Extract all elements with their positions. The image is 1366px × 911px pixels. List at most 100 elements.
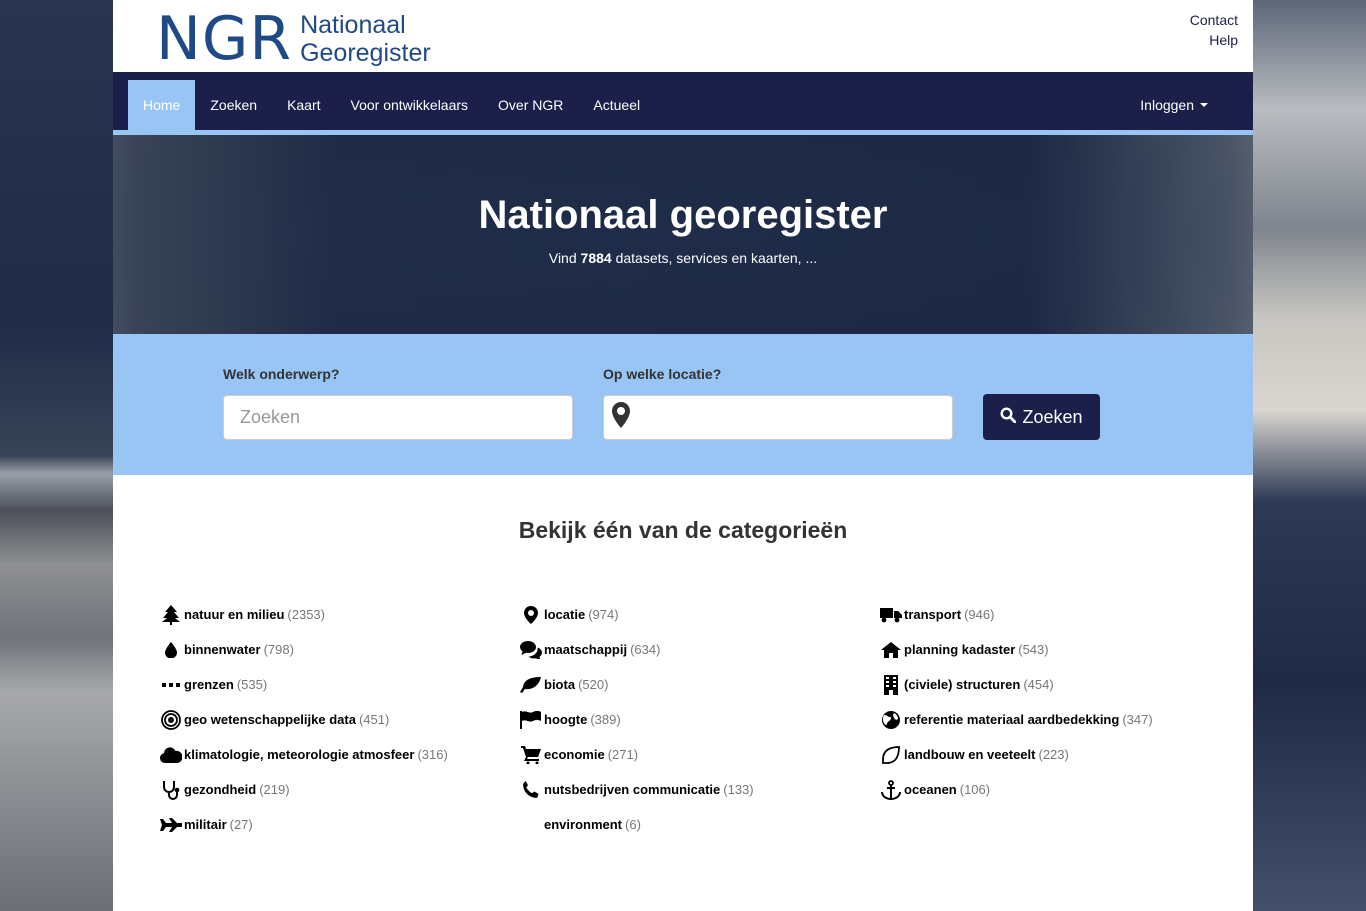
flag-icon	[519, 709, 543, 731]
category-count: (27)	[229, 817, 253, 832]
building-icon	[879, 674, 903, 696]
leaf-icon	[519, 674, 543, 696]
category-name: environment	[544, 817, 623, 832]
top-links: Contact Help	[1190, 10, 1238, 50]
category-name: binnenwater	[184, 642, 261, 657]
globe-icon	[879, 709, 903, 731]
category-name: klimatologie, meteorologie atmosfeer	[184, 747, 415, 762]
category-name: biota	[544, 677, 576, 692]
category-locatie[interactable]: locatie (974)	[519, 597, 859, 632]
help-link[interactable]: Help	[1190, 30, 1238, 50]
category-name: transport	[904, 607, 962, 622]
hero-subtitle: Vind 7884 datasets, services en kaarten,…	[113, 250, 1253, 266]
category-column-2: locatie (974) maatschappij (634) biota (…	[519, 597, 859, 842]
contact-link[interactable]: Contact	[1190, 10, 1238, 30]
category-count: (219)	[259, 782, 290, 797]
dataset-count: 7884	[580, 250, 612, 266]
category-count: (454)	[1023, 677, 1054, 692]
category-count: (133)	[723, 782, 754, 797]
search-panel: Welk onderwerp? Zoeken Op welke locatie?…	[113, 334, 1253, 475]
plane-icon	[159, 814, 183, 836]
caret-down-icon	[1200, 103, 1208, 107]
category-name: referentie materiaal aardbedekking	[904, 712, 1120, 727]
category-klimatologie[interactable]: klimatologie, meteorologie atmosfeer (31…	[159, 737, 499, 772]
category-name: planning kadaster	[904, 642, 1016, 657]
search-button-label: Zoeken	[1022, 406, 1083, 427]
drop-icon	[159, 639, 183, 661]
category-name: locatie	[544, 607, 586, 622]
phone-icon	[519, 779, 543, 801]
subtitle-suffix: datasets, services en kaarten, ...	[615, 250, 818, 266]
leaf-outline-icon	[879, 744, 903, 766]
nav-actueel[interactable]: Actueel	[578, 80, 655, 130]
category-economie[interactable]: economie (271)	[519, 737, 859, 772]
cloud-icon	[159, 744, 183, 766]
truck-icon	[879, 604, 903, 626]
category-biota[interactable]: biota (520)	[519, 667, 859, 702]
category-hoogte[interactable]: hoogte (389)	[519, 702, 859, 737]
nav-kaart[interactable]: Kaart	[272, 80, 335, 130]
category-name: economie	[544, 747, 605, 762]
nav-home[interactable]: Home	[128, 80, 196, 130]
category-referentie-materiaal[interactable]: referentie materiaal aardbedekking (347)	[879, 702, 1219, 737]
categories-heading: Bekijk één van de categorieën	[518, 517, 848, 543]
nav-zoeken[interactable]: Zoeken	[195, 80, 272, 130]
category-militair[interactable]: militair (27)	[159, 807, 499, 842]
cart-icon	[519, 744, 543, 766]
category-environment[interactable]: environment (6)	[519, 807, 859, 842]
location-search-input[interactable]	[603, 395, 953, 440]
subject-search-input[interactable]: Zoeken	[223, 395, 573, 440]
category-name: geo wetenschappelijke data	[184, 712, 356, 727]
category-gezondheid[interactable]: gezondheid (219)	[159, 772, 499, 807]
ngr-logo[interactable]: NGR Nationaal Georegister	[156, 9, 431, 69]
category-binnenwater[interactable]: binnenwater (798)	[159, 632, 499, 667]
category-count: (6)	[625, 817, 641, 832]
comments-icon	[519, 639, 543, 661]
nav-over-ngr[interactable]: Over NGR	[483, 80, 578, 130]
nav-voor-ontwikkelaars[interactable]: Voor ontwikkelaars	[336, 80, 484, 130]
top-bar: NGR Nationaal Georegister Contact Help	[113, 0, 1253, 72]
login-dropdown[interactable]: Inloggen	[1140, 80, 1208, 130]
category-count: (2353)	[287, 607, 325, 622]
category-grenzen[interactable]: grenzen (535)	[159, 667, 499, 702]
category-name: gezondheid	[184, 782, 257, 797]
map-marker-icon	[519, 604, 543, 626]
category-oceanen[interactable]: oceanen (106)	[879, 772, 1219, 807]
category-count: (798)	[263, 642, 294, 657]
category-maatschappij[interactable]: maatschappij (634)	[519, 632, 859, 667]
category-nutsbedrijven[interactable]: nutsbedrijven communicatie (133)	[519, 772, 859, 807]
search-icon	[1000, 406, 1017, 428]
page-title: Nationaal georegister	[478, 193, 888, 237]
stethoscope-icon	[159, 779, 183, 801]
category-count: (106)	[959, 782, 991, 797]
search-button[interactable]: Zoeken	[983, 394, 1100, 440]
category-count: (520)	[578, 677, 609, 692]
category-transport[interactable]: transport (946)	[879, 597, 1219, 632]
category-name: hoogte	[544, 712, 588, 727]
background-photo-right	[1253, 0, 1366, 911]
anchor-icon	[879, 779, 903, 801]
category-landbouw-en-veeteelt[interactable]: landbouw en veeteelt (223)	[879, 737, 1219, 772]
category-planning-kadaster[interactable]: planning kadaster (543)	[879, 632, 1219, 667]
category-civiele-structuren[interactable]: (civiele) structuren (454)	[879, 667, 1219, 702]
category-count: (223)	[1038, 747, 1069, 762]
category-count: (451)	[358, 712, 390, 727]
background-photo-left	[0, 0, 113, 911]
category-count: (535)	[236, 677, 268, 692]
hero-banner: Nationaal georegister Vind 7884 datasets…	[113, 135, 1253, 334]
subject-label: Welk onderwerp?	[223, 366, 340, 382]
category-count: (974)	[588, 607, 619, 622]
logo-line-1: Nationaal	[300, 11, 406, 39]
category-natuur-en-milieu[interactable]: natuur en milieu (2353)	[159, 597, 499, 632]
categories-section: Bekijk één van de categorieën natuur en …	[113, 475, 1253, 911]
category-count: (271)	[607, 747, 639, 762]
subject-placeholder: Zoeken	[240, 407, 301, 427]
subtitle-prefix: Vind	[548, 250, 577, 266]
category-column-1: natuur en milieu (2353) binnenwater (798…	[159, 597, 499, 842]
category-count: (543)	[1018, 642, 1049, 657]
dots-icon	[159, 674, 183, 696]
logo-line-2: Georegister	[300, 39, 431, 67]
category-geo-wetenschappelijke-data[interactable]: geo wetenschappelijke data (451)	[159, 702, 499, 737]
login-label: Inloggen	[1140, 97, 1194, 113]
location-label: Op welke locatie?	[603, 366, 722, 382]
